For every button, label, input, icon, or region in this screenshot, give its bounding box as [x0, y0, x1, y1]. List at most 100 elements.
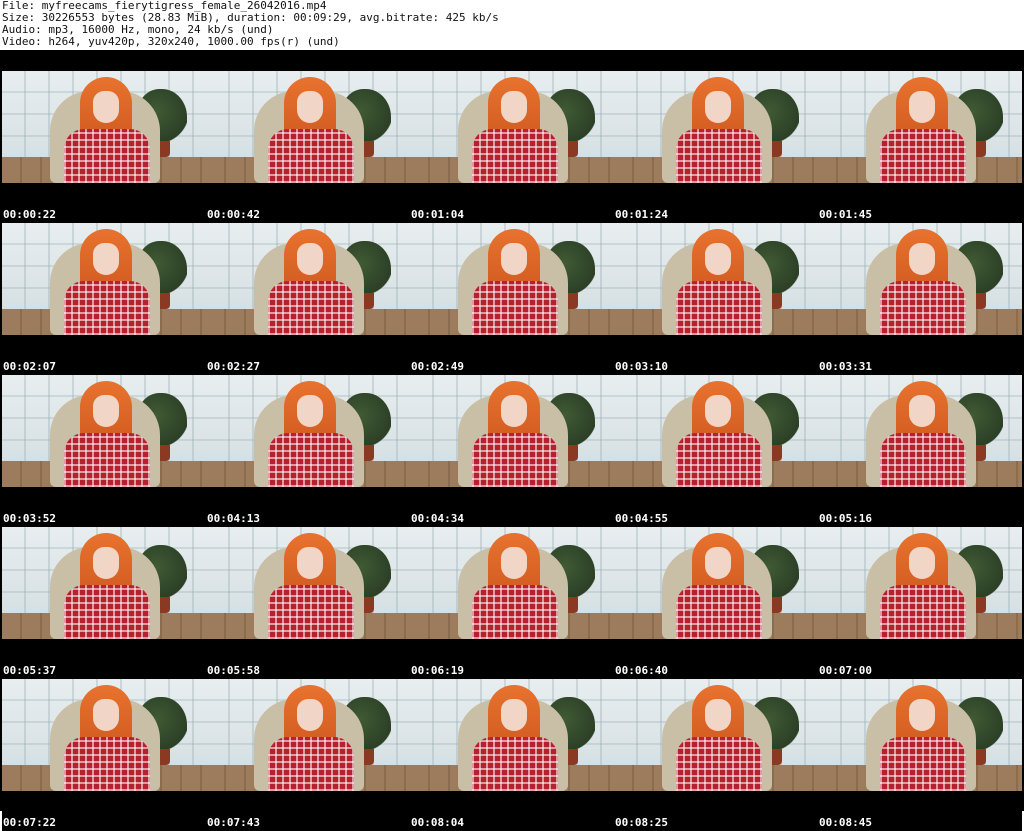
person-face: [909, 699, 935, 731]
person-shirt: [472, 737, 558, 791]
thumbnail-grid: 00:00:22 00:00:42 00:01:04 00:01:24 00:01:45…: [0, 50, 1024, 831]
thumbnail-timestamp: 00:00:42: [207, 208, 260, 221]
video-thumbnail: 00:07:43: [206, 679, 410, 831]
thumbnail-timestamp: 00:08:25: [615, 816, 668, 829]
thumbnail-timestamp: 00:04:34: [411, 512, 464, 525]
person-face: [93, 243, 119, 275]
person-shirt: [880, 433, 966, 487]
person-face: [93, 395, 119, 427]
person-shirt: [268, 129, 354, 183]
person-face: [297, 91, 323, 123]
thumbnail-timestamp: 00:02:49: [411, 360, 464, 373]
person-face: [909, 243, 935, 275]
file-info-header: File: myfreecams_fierytigress_female_260…: [0, 0, 1024, 50]
thumbnail-timestamp: 00:00:22: [3, 208, 56, 221]
person-face: [705, 699, 731, 731]
thumbnail-frame-image: [614, 71, 818, 183]
thumbnail-timestamp: 00:02:07: [3, 360, 56, 373]
video-thumbnail: 00:08:04: [410, 679, 614, 831]
thumbnail-frame-image: [2, 223, 206, 335]
thumbnail-frame-image: [206, 71, 410, 183]
thumbnail-frame-image: [410, 375, 614, 487]
person-shirt: [676, 585, 762, 639]
thumbnail-frame-image: [818, 527, 1022, 639]
thumbnail-timestamp: 00:07:22: [3, 816, 56, 829]
person-shirt: [880, 129, 966, 183]
video-thumbnail: 00:08:45: [818, 679, 1022, 831]
person-shirt: [880, 585, 966, 639]
thumbnail-timestamp: 00:03:10: [615, 360, 668, 373]
person-shirt: [472, 585, 558, 639]
person-face: [93, 699, 119, 731]
thumbnail-timestamp: 00:03:31: [819, 360, 872, 373]
video-thumbnail: 00:00:22: [2, 71, 206, 223]
thumbnail-timestamp: 00:07:00: [819, 664, 872, 677]
person-face: [501, 547, 527, 579]
thumbnail-frame-image: [410, 223, 614, 335]
thumbnail-timestamp: 00:04:13: [207, 512, 260, 525]
video-info-line: Video: h264, yuv420p, 320x240, 1000.00 f…: [2, 35, 340, 48]
thumbnail-timestamp: 00:02:27: [207, 360, 260, 373]
thumbnail-frame-image: [818, 375, 1022, 487]
thumbnail-timestamp: 00:01:24: [615, 208, 668, 221]
video-thumbnail: 00:00:42: [206, 71, 410, 223]
thumbnail-timestamp: 00:05:58: [207, 664, 260, 677]
thumbnail-frame-image: [818, 679, 1022, 791]
video-thumbnail: 00:05:16: [818, 375, 1022, 527]
person-face: [705, 547, 731, 579]
thumbnail-timestamp: 00:06:19: [411, 664, 464, 677]
thumbnail-frame-image: [818, 223, 1022, 335]
thumbnail-timestamp: 00:08:04: [411, 816, 464, 829]
thumbnail-frame-image: [206, 679, 410, 791]
thumbnail-timestamp: 00:04:55: [615, 512, 668, 525]
thumbnail-frame-image: [614, 679, 818, 791]
person-shirt: [676, 129, 762, 183]
person-face: [909, 395, 935, 427]
video-thumbnail: 00:08:25: [614, 679, 818, 831]
person-shirt: [64, 129, 150, 183]
video-thumbnail: 00:05:37: [2, 527, 206, 679]
thumbnail-frame-image: [206, 527, 410, 639]
person-shirt: [268, 281, 354, 335]
thumbnail-frame-image: [818, 71, 1022, 183]
person-face: [501, 243, 527, 275]
person-shirt: [64, 281, 150, 335]
video-thumbnail: 00:03:31: [818, 223, 1022, 375]
video-thumbnail: 00:02:49: [410, 223, 614, 375]
thumbnail-timestamp: 00:01:04: [411, 208, 464, 221]
person-face: [705, 395, 731, 427]
video-thumbnail: 00:02:27: [206, 223, 410, 375]
thumbnail-timestamp: 00:08:45: [819, 816, 872, 829]
thumbnail-timestamp: 00:03:52: [3, 512, 56, 525]
thumbnail-frame-image: [410, 679, 614, 791]
person-shirt: [880, 281, 966, 335]
video-thumbnail: 00:04:13: [206, 375, 410, 527]
person-shirt: [268, 433, 354, 487]
video-thumbnail: 00:03:52: [2, 375, 206, 527]
video-thumbnail: 00:01:45: [818, 71, 1022, 223]
thumbnail-frame-image: [2, 679, 206, 791]
video-thumbnail: 00:06:40: [614, 527, 818, 679]
video-thumbnail: 00:04:55: [614, 375, 818, 527]
thumbnail-frame-image: [614, 527, 818, 639]
thumbnail-frame-image: [2, 527, 206, 639]
video-thumbnail: 00:03:10: [614, 223, 818, 375]
thumbnail-frame-image: [206, 375, 410, 487]
person-shirt: [268, 585, 354, 639]
person-face: [501, 395, 527, 427]
person-shirt: [472, 281, 558, 335]
video-thumbnail: 00:01:24: [614, 71, 818, 223]
person-shirt: [472, 433, 558, 487]
thumbnail-frame-image: [2, 375, 206, 487]
person-shirt: [676, 737, 762, 791]
video-thumbnail: 00:01:04: [410, 71, 614, 223]
person-face: [501, 699, 527, 731]
person-face: [297, 243, 323, 275]
video-thumbnail: 00:02:07: [2, 223, 206, 375]
thumbnail-frame-image: [2, 71, 206, 183]
video-thumbnail: 00:06:19: [410, 527, 614, 679]
person-face: [705, 91, 731, 123]
thumbnail-timestamp: 00:07:43: [207, 816, 260, 829]
thumbnail-frame-image: [410, 527, 614, 639]
video-thumbnail: 00:07:00: [818, 527, 1022, 679]
